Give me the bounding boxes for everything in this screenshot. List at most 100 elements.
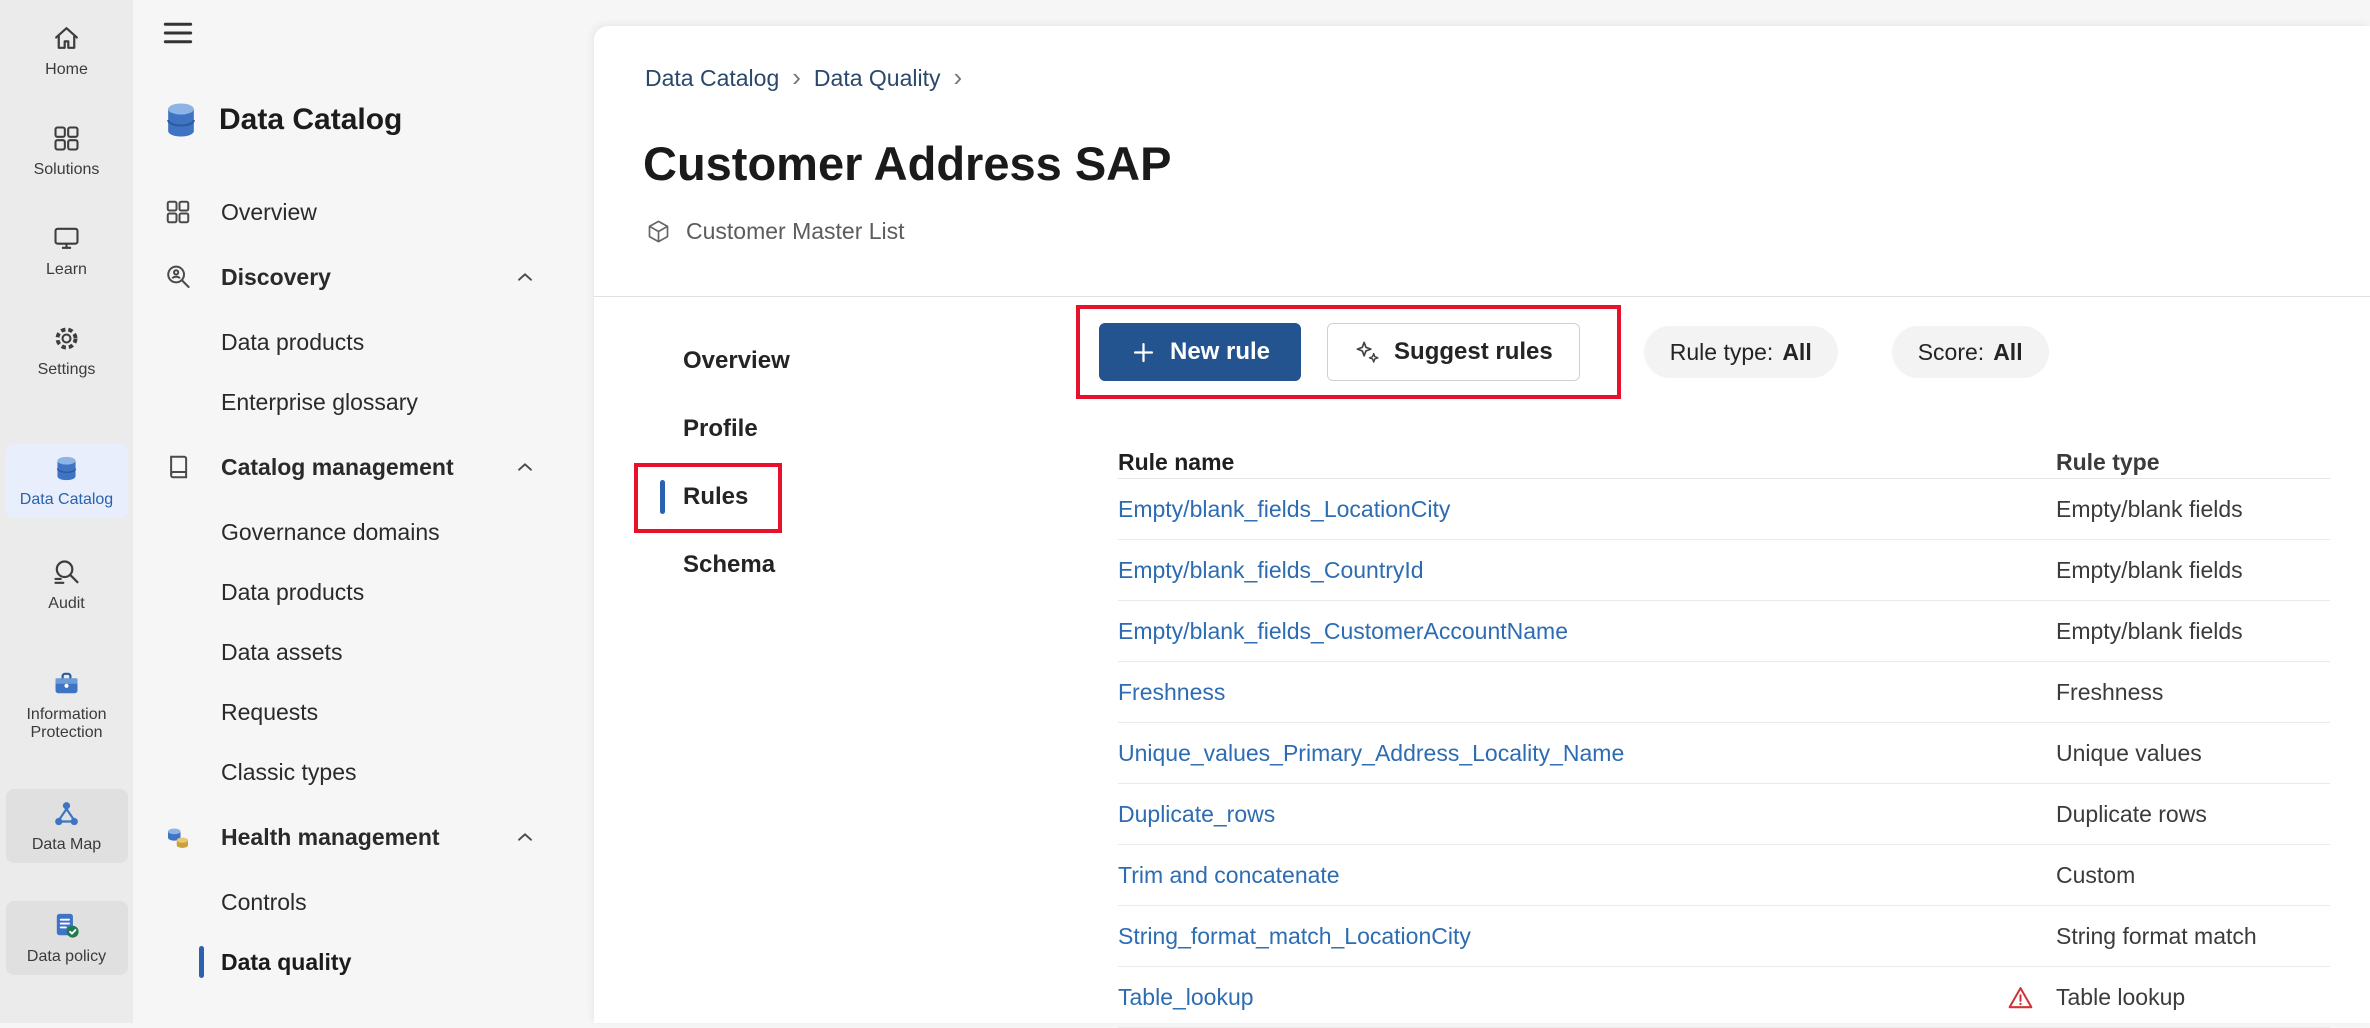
chevron-up-icon [512,264,538,290]
sidebar-item-label: Data products [221,329,364,356]
suggest-rules-button[interactable]: Suggest rules [1327,323,1580,381]
new-rule-label: New rule [1170,338,1270,366]
new-rule-button[interactable]: New rule [1099,323,1301,381]
column-header-rule-type: Rule type [2056,449,2330,476]
rule-name-cell: Unique_values_Primary_Address_Locality_N… [1118,740,2006,767]
sidebar-item-overview[interactable]: Overview [133,182,594,242]
rule-name-cell: Empty/blank_fields_CountryId [1118,557,2006,584]
rail-item-label: Solutions [34,161,100,179]
gear-icon [51,323,82,354]
nav-title: Data Catalog [219,103,402,137]
breadcrumb-link-data-catalog[interactable]: Data Catalog [645,65,779,92]
table-body: Empty/blank_fields_LocationCity Empty/bla… [1118,479,2330,1028]
data-catalog-logo-icon [159,98,203,142]
rule-link-table-lookup[interactable]: Table_lookup [1118,984,1254,1010]
tab-profile[interactable]: Profile [683,395,963,463]
policy-icon [51,910,82,941]
rail-item-label: Information Protection [10,706,124,743]
rule-link-empty-blank-fields-customeraccountname[interactable]: Empty/blank_fields_CustomerAccountName [1118,618,1568,644]
secondary-nav: Data Catalog Overview Discovery Data produ… [133,0,594,1023]
sidebar-item-data-quality[interactable]: Data quality [133,932,594,992]
rule-type-cell: Empty/blank fields [2056,618,2330,645]
rule-name-cell: Empty/blank_fields_LocationCity [1118,496,2006,523]
sidebar-item-label: Discovery [221,264,331,291]
filter-pill-label: Rule type: [1670,339,1774,366]
rule-link-duplicate-rows[interactable]: Duplicate_rows [1118,801,1275,827]
rule-link-freshness[interactable]: Freshness [1118,679,1225,705]
table-row: String_format_match_LocationCityString f… [1118,906,2330,967]
rule-link-empty-blank-fields-locationcity[interactable]: Empty/blank_fields_LocationCity [1118,496,1450,522]
chevron-up-icon [512,454,538,480]
rule-link-string-format-match-locationcity[interactable]: String_format_match_LocationCity [1118,923,1471,949]
sidebar-item-requests[interactable]: Requests [133,682,594,742]
home-icon [51,23,82,54]
briefcase-icon [51,668,82,699]
sidebar-item-label: Health management [221,824,440,851]
rail-item-label: Home [45,61,88,79]
header-divider [594,296,2370,297]
breadcrumb-separator-icon: › [792,64,801,93]
breadcrumb-link-data-quality[interactable]: Data Quality [814,65,941,92]
rail-item-learn[interactable]: Learn [6,214,128,288]
sidebar-item-data-products[interactable]: Data products [133,562,594,622]
tab-label: Rules [683,483,748,511]
rule-status-cell [2006,983,2056,1012]
filter-pill-rule-type[interactable]: Rule type:All [1644,326,1838,378]
sidebar-item-catalog-management[interactable]: Catalog management [133,432,594,502]
rail-item-data-map[interactable]: Data Map [6,789,128,863]
rail-item-solutions[interactable]: Solutions [6,114,128,188]
rule-name-cell: String_format_match_LocationCity [1118,923,2006,950]
cube-icon [645,218,672,245]
menu-icon[interactable] [159,14,197,52]
cube-icon [645,218,672,245]
breadcrumb: Data Catalog›Data Quality› [645,64,962,93]
sidebar-item-controls[interactable]: Controls [133,872,594,932]
sidebar-item-data-products[interactable]: Data products [133,312,594,372]
rule-name-cell: Freshness [1118,679,2006,706]
screen-icon [51,223,82,254]
rail-item-audit[interactable]: Audit [6,548,128,622]
main-content: Data Catalog›Data Quality› Customer Addr… [594,26,2370,1023]
sidebar-item-governance-domains[interactable]: Governance domains [133,502,594,562]
rail-item-data-policy[interactable]: Data policy [6,901,128,975]
rule-name-cell: Table_lookup [1118,984,2006,1011]
rule-link-unique-values-primary-address-locality-name[interactable]: Unique_values_Primary_Address_Locality_N… [1118,740,1624,766]
tab-rules[interactable]: Rules [683,463,963,531]
rail-item-label: Data Catalog [20,491,113,509]
audit-icon [51,557,82,588]
asset-tabs: Overview Profile Rules Schema [683,327,963,599]
sidebar-item-discovery[interactable]: Discovery [133,242,594,312]
table-row: Duplicate_rows Duplicate rows [1118,784,2330,845]
grid-icon [51,123,82,154]
sidebar-item-classic-types[interactable]: Classic types [133,742,594,802]
catalog-color-icon [51,453,82,484]
tab-overview[interactable]: Overview [683,327,963,395]
filter-pill-score[interactable]: Score:All [1892,326,2049,378]
rule-link-empty-blank-fields-countryid[interactable]: Empty/blank_fields_CountryId [1118,557,1424,583]
tab-schema[interactable]: Schema [683,531,963,599]
nav-item-list: Overview Discovery Data products Enterprise… [133,182,594,992]
health-icon [163,822,193,852]
rail-item-settings[interactable]: Settings [6,314,128,388]
rule-type-cell: Unique values [2056,740,2330,767]
book-icon [163,452,193,482]
rail-item-label: Settings [38,361,96,379]
sidebar-item-enterprise-glossary[interactable]: Enterprise glossary [133,372,594,432]
rule-type-cell: Duplicate rows [2056,801,2330,828]
rail-item-label: Data Map [32,836,101,854]
sidebar-item-label: Data products [221,579,364,606]
tab-label: Overview [683,347,790,375]
sidebar-item-data-assets[interactable]: Data assets [133,622,594,682]
rule-link-trim-and-concatenate[interactable]: Trim and concatenate [1118,862,1340,888]
tab-label: Schema [683,551,775,579]
sidebar-item-health-management[interactable]: Health management [133,802,594,872]
warning-icon [2006,983,2035,1012]
table-row: Empty/blank_fields_LocationCityEmpty/bla… [1118,479,2330,540]
rail-item-information-protection[interactable]: Information Protection [6,660,128,751]
filter-pill-value: All [1993,339,2022,366]
asset-subtitle-label: Customer Master List [686,218,905,245]
rail-item-home[interactable]: Home [6,14,128,88]
rail-item-data-catalog[interactable]: Data Catalog [6,444,128,518]
plus-icon [1130,339,1157,366]
rule-name-cell: Duplicate_rows [1118,801,2006,828]
